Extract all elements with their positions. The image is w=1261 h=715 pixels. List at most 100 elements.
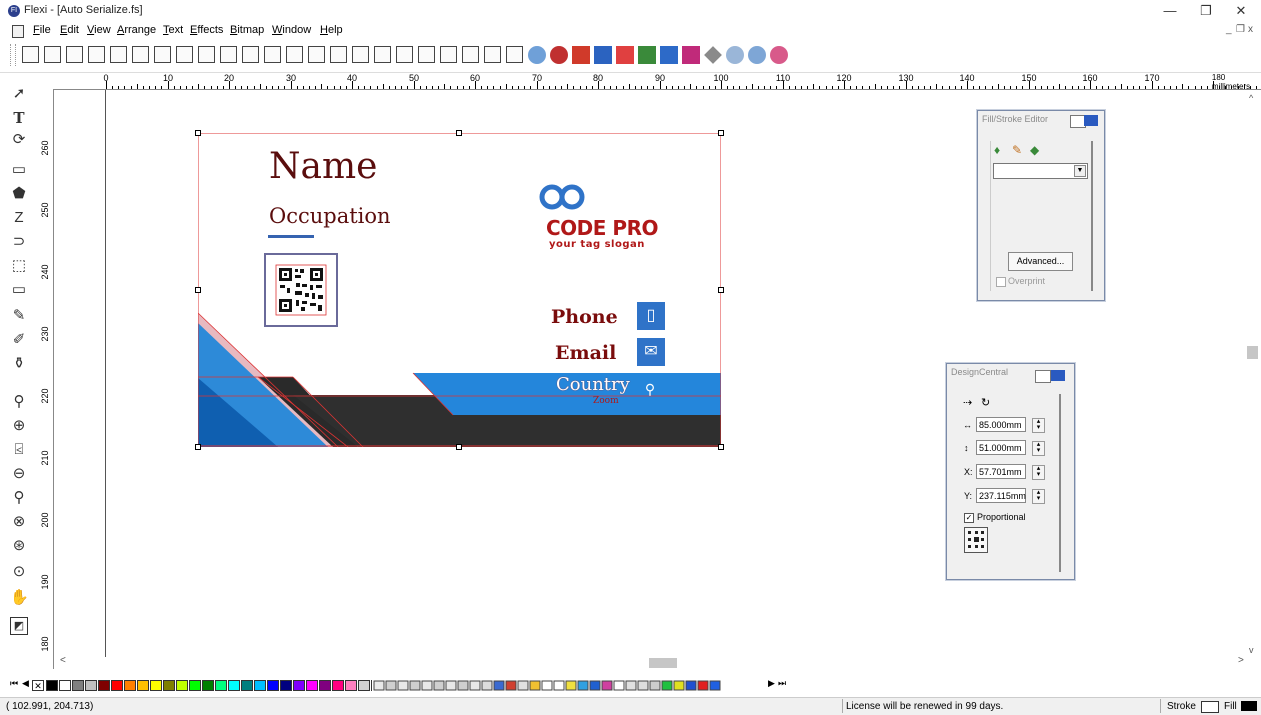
zoom-in-icon[interactable]: ⊕	[10, 417, 28, 435]
fill-stroke-indicator-icon[interactable]: ◩	[10, 617, 28, 635]
copy-icon[interactable]	[264, 46, 281, 63]
duplicate-icon[interactable]	[440, 46, 457, 63]
rotate-tab-icon[interactable]: ↻	[981, 396, 990, 409]
mdi-restore-button[interactable]: ❐	[1236, 24, 1245, 35]
job-properties-icon[interactable]	[484, 46, 501, 63]
color-swatch[interactable]	[241, 680, 253, 691]
x-position-field[interactable]: 57.701mm	[976, 464, 1026, 479]
color-swatch[interactable]	[228, 680, 240, 691]
redo-list-icon[interactable]	[374, 46, 391, 63]
color-swatch[interactable]	[254, 680, 266, 691]
horizontal-scroll-thumb[interactable]	[649, 658, 677, 668]
menu-text[interactable]: Text	[163, 24, 183, 36]
mirror-icon[interactable]	[418, 46, 435, 63]
stroke-swatch[interactable]	[1201, 701, 1219, 713]
close-button[interactable]: ✕	[1224, 2, 1258, 20]
phone-icon[interactable]: ▯	[637, 302, 665, 330]
color-swatch[interactable]	[85, 680, 97, 691]
cloud-upload-icon[interactable]	[748, 46, 766, 64]
open-file-icon[interactable]	[44, 46, 61, 63]
color-swatch[interactable]	[98, 680, 110, 691]
vertical-scroll-thumb[interactable]	[1247, 346, 1258, 359]
eyedropper-tool-icon[interactable]: ✎	[10, 307, 28, 325]
panel-close-button[interactable]	[1051, 370, 1065, 381]
color-swatch[interactable]	[280, 680, 292, 691]
rotate-icon[interactable]	[396, 46, 413, 63]
scroll-left-icon[interactable]: <	[60, 655, 66, 666]
text-tool-icon[interactable]: T	[10, 109, 28, 127]
polygon-tool-icon[interactable]: ⬟	[10, 185, 28, 203]
panel-close-button[interactable]	[1084, 115, 1098, 126]
color-swatch[interactable]	[319, 680, 331, 691]
color-swatch[interactable]	[332, 680, 344, 691]
new-document-icon[interactable]	[22, 46, 39, 63]
location-pin-icon[interactable]: ⚲	[642, 380, 658, 398]
color-swatch[interactable]	[189, 680, 201, 691]
selection-handle-bottom[interactable]	[456, 444, 462, 450]
export-icon[interactable]	[110, 46, 127, 63]
proportional-checkbox[interactable]: ✓	[964, 513, 974, 523]
color-swatch[interactable]	[358, 680, 370, 691]
scroll-up-icon[interactable]: ^	[1249, 93, 1253, 103]
undo-icon[interactable]	[308, 46, 325, 63]
reference-point-icon[interactable]	[964, 527, 988, 553]
color-swatch[interactable]	[124, 680, 136, 691]
send-to-cutter-icon[interactable]	[220, 46, 237, 63]
color-swatch[interactable]	[150, 680, 162, 691]
color-swatch[interactable]	[137, 680, 149, 691]
ruler-origin[interactable]	[37, 73, 57, 90]
cloud-icon[interactable]	[726, 46, 744, 64]
menu-window[interactable]: Window	[272, 24, 311, 36]
ripping-icon[interactable]	[638, 46, 656, 64]
fill-stroke-editor-icon[interactable]	[682, 46, 700, 64]
email-label[interactable]: Email	[555, 342, 616, 364]
logo-text[interactable]: CODE PRO	[546, 216, 658, 240]
effects-tab-icon[interactable]: ◆	[1030, 143, 1039, 157]
advanced-button[interactable]: Advanced...	[1008, 252, 1073, 271]
crop-tool-icon[interactable]: ⬚	[10, 257, 28, 275]
color-swatch[interactable]	[176, 680, 188, 691]
fill-tool-icon[interactable]: ⚱	[10, 355, 28, 373]
fill-tab-icon[interactable]: ♦	[994, 143, 1000, 157]
card-name[interactable]: Name	[269, 146, 377, 187]
zoom-to-fit-icon[interactable]	[550, 46, 568, 64]
color-swatch[interactable]	[72, 680, 84, 691]
pencil-tool-icon[interactable]: ✐	[10, 331, 28, 349]
menu-file[interactable]: File	[33, 24, 51, 36]
color-swatch[interactable]	[163, 680, 175, 691]
country-label[interactable]: Country	[556, 374, 630, 395]
width-field[interactable]: 85.000mm	[976, 417, 1026, 432]
no-color-swatch[interactable]: ✕	[32, 680, 44, 691]
palette-prev-icon[interactable]: ◀	[22, 678, 29, 689]
selection-handle-top-right[interactable]	[718, 130, 724, 136]
selection-handle-right[interactable]	[718, 287, 724, 293]
bitmap-icon[interactable]	[506, 46, 523, 63]
color-swatch[interactable]	[215, 680, 227, 691]
import-icon[interactable]	[88, 46, 105, 63]
cloud-sync-icon[interactable]	[770, 46, 788, 64]
vertical-ruler[interactable]: 260 250 240 230 220 210 200 190 180	[37, 89, 54, 669]
scroll-down-icon[interactable]: v	[1249, 645, 1254, 655]
width-spinner[interactable]: ▴ ▾	[1032, 418, 1045, 433]
zoom-label[interactable]: Zoom	[593, 396, 619, 406]
email-icon[interactable]: ✉	[637, 338, 665, 366]
contour-tool-icon[interactable]: ⊃	[10, 233, 28, 251]
page-setup-icon[interactable]	[462, 46, 479, 63]
scroll-right-icon[interactable]: >	[1238, 655, 1244, 666]
design-central-icon[interactable]	[660, 46, 678, 64]
send-to-printer-icon[interactable]	[198, 46, 215, 63]
y-position-field[interactable]: 237.115mm	[976, 488, 1026, 503]
height-field[interactable]: 51.000mm	[976, 440, 1026, 455]
print-icon[interactable]	[132, 46, 149, 63]
zoom-tool-icon[interactable]: ⚲	[10, 393, 28, 411]
maximize-button[interactable]: ❐	[1189, 2, 1223, 20]
mdi-close-button[interactable]: x	[1248, 24, 1253, 35]
palette-last-icon[interactable]: ⏭	[778, 678, 786, 689]
mdi-minimize-button[interactable]: _	[1226, 24, 1232, 35]
menu-help[interactable]: Help	[320, 24, 343, 36]
card-occupation[interactable]: Occupation	[269, 204, 391, 228]
cut-icon[interactable]	[242, 46, 259, 63]
toolbar-grip[interactable]	[10, 44, 16, 66]
phone-label[interactable]: Phone	[551, 306, 618, 328]
color-swatch[interactable]	[293, 680, 305, 691]
